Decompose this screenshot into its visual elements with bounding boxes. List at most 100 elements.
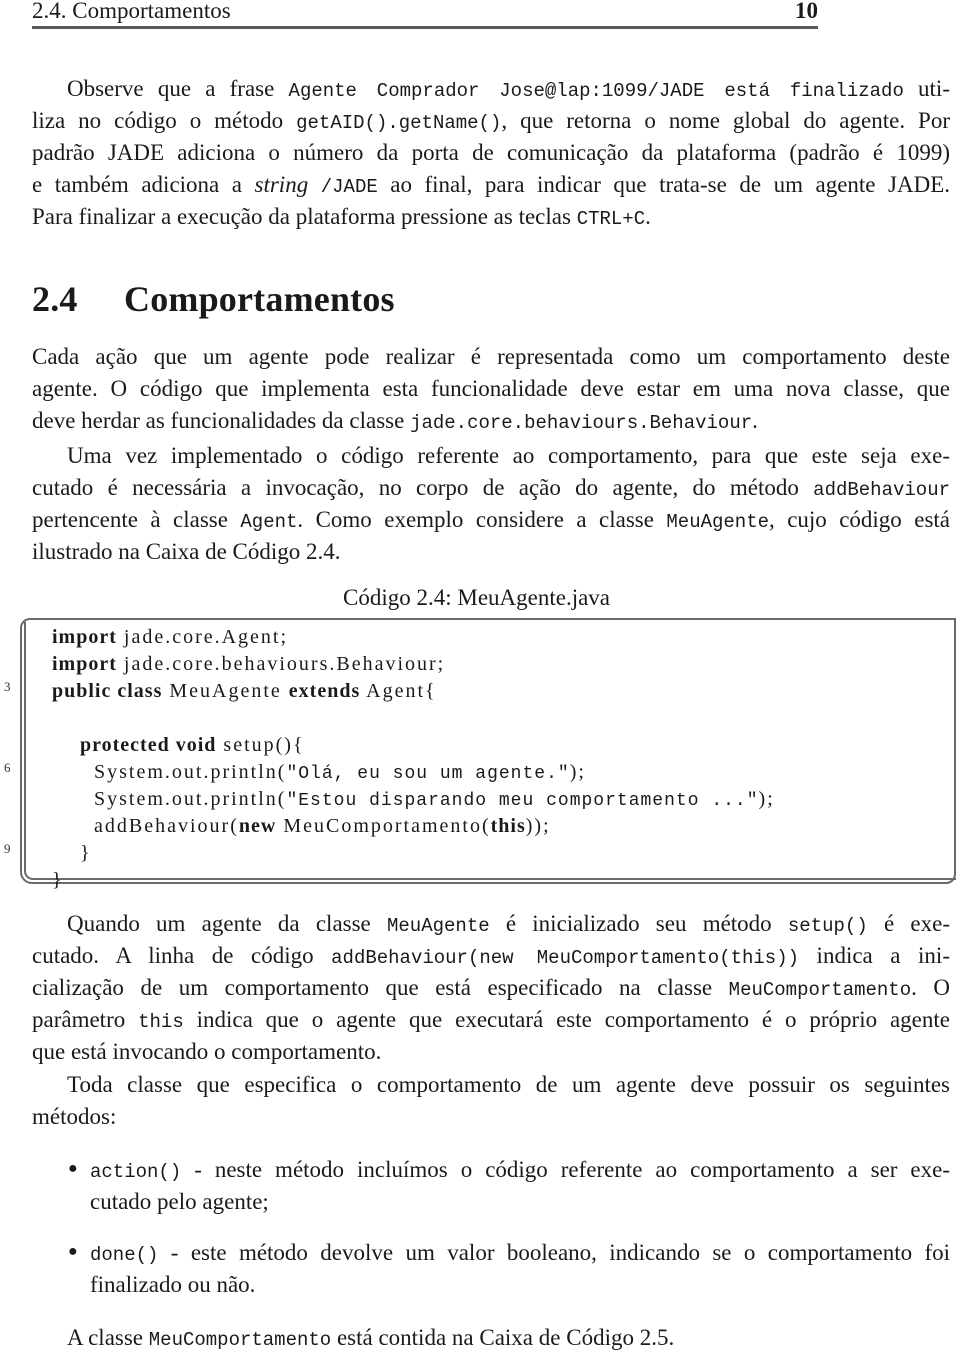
inline-code: Agent: [240, 511, 298, 533]
code-keyword: import: [52, 626, 117, 648]
code-line: import jade.core.Agent;: [52, 626, 288, 649]
text: - este método devolve um valor booleano,…: [158, 1240, 950, 1265]
text: indica que o agente que executará este c…: [183, 1007, 950, 1032]
section-heading: 2.4 Comportamentos: [32, 278, 395, 320]
page-number: 10: [795, 0, 818, 23]
text-line: ilustrado na Caixa de Código 2.4.: [32, 539, 341, 564]
text: e também adiciona a: [32, 172, 255, 197]
text-line: Uma vez implementado o código referente …: [67, 443, 950, 468]
inline-code: done(): [90, 1244, 159, 1266]
text: . Como exemplo considere a classe: [297, 507, 667, 532]
text: , cujo código está: [769, 507, 950, 532]
inline-code: MeuAgente: [387, 915, 490, 937]
code-line: protected void setup(){: [52, 734, 305, 757]
text-line: liza no código o método getAID().getName…: [32, 105, 950, 139]
inline-code: MeuComportamento: [728, 979, 912, 1001]
inline-code: addBehaviour: [813, 479, 950, 501]
text: cutado é necessária a invocação, no corp…: [32, 475, 814, 500]
code-line: }: [52, 842, 92, 865]
code-text: jade.core.Agent;: [116, 626, 289, 648]
code-keyword: extends: [288, 680, 361, 702]
text: Para finalizar a execução da plataforma …: [32, 204, 577, 229]
text-line: Observe que a frase Agente Comprador Jos…: [67, 73, 950, 107]
text-line: padrão JADE adiciona o número da porta d…: [32, 140, 950, 165]
code-line: addBehaviour(new MeuComportamento(this))…: [52, 815, 551, 838]
text: .: [752, 408, 758, 433]
text-line: cutado. A linha de código addBehaviour(n…: [32, 940, 950, 974]
text: é exe-: [867, 911, 950, 936]
text: cialização de um comportamento que está …: [32, 975, 729, 1000]
code-line: System.out.println("Estou disparando meu…: [52, 788, 775, 811]
running-header: 2.4. Comportamentos 10: [32, 0, 818, 29]
inline-code: addBehaviour(new MeuComportamento(this)): [331, 947, 800, 969]
inline-code: MeuAgente: [666, 511, 770, 533]
emphasis: string: [254, 172, 309, 197]
listing-caption: Código 2.4: MeuAgente.java: [343, 585, 611, 610]
inline-code: MeuComportamento: [148, 1329, 332, 1351]
code-text: Agent{: [360, 680, 437, 702]
text: uti-: [903, 76, 950, 101]
section-title: Comportamentos: [124, 279, 395, 319]
code-text: }: [52, 869, 64, 891]
text: [308, 172, 321, 197]
running-header-title: 2.4. Comportamentos: [32, 0, 231, 23]
line-number: 3: [4, 679, 11, 694]
text: A classe: [67, 1325, 149, 1350]
text-line: deve herdar as funcionalidades da classe…: [32, 405, 950, 439]
section-number: 2.4: [32, 279, 78, 319]
text-line: e também adiciona a string /JADE ao fina…: [32, 169, 950, 203]
text-line: cutado pelo agente;: [90, 1189, 269, 1214]
code-text: setup(){: [216, 734, 305, 756]
text: ao final, para indicar que trata-se de u…: [377, 172, 950, 197]
text-line: Toda classe que especifica o comportamen…: [67, 1072, 950, 1097]
code-text: }: [52, 842, 92, 864]
text-line: Quando um agente da classe MeuAgente é i…: [67, 908, 950, 942]
code-text: MeuAgente: [162, 680, 289, 702]
text: deve herdar as funcionalidades da classe: [32, 408, 411, 433]
code-keyword: this: [490, 815, 526, 837]
code-text: jade.core.behaviours.Behaviour;: [116, 653, 446, 675]
text-line: métodos:: [32, 1104, 117, 1129]
code-line: import jade.core.behaviours.Behaviour;: [52, 653, 445, 676]
text-line: cutado é necessária a invocação, no corp…: [32, 472, 950, 506]
code-text: System.out.println(: [52, 788, 287, 810]
inline-code: CTRL+C: [576, 208, 646, 230]
text: indica a ini-: [799, 943, 950, 968]
code-keyword: public class: [52, 680, 163, 702]
text-line: Cada ação que um agente pode realizar é …: [32, 344, 950, 369]
code-keyword: protected void: [80, 734, 217, 756]
code-line: System.out.println("Olá, eu sou um agent…: [52, 761, 586, 784]
inline-code: setup(): [787, 915, 868, 937]
text: cutado. A linha de código: [32, 943, 332, 968]
text-line: done() - este método devolve um valor bo…: [90, 1237, 950, 1271]
code-text: ));: [525, 815, 551, 837]
text: liza no código o método: [32, 108, 297, 133]
code-line: public class MeuAgente extends Agent{: [52, 680, 437, 703]
paragraph-next-listing: A classe MeuComportamento está contida n…: [67, 1322, 950, 1356]
line-number: 6: [4, 760, 11, 775]
code-keyword: import: [52, 653, 117, 675]
code-string: "Estou disparando meu comportamento ...": [286, 791, 759, 811]
inline-code: this: [138, 1011, 184, 1033]
text-line: que está invocando o comportamento.: [32, 1039, 382, 1064]
code-text: System.out.println(: [52, 761, 287, 783]
text: Observe que a frase: [67, 76, 289, 101]
code-string: "Olá, eu sou um agente.": [286, 764, 570, 784]
code-line: }: [52, 869, 64, 892]
text: , que retorna o nome global do agente. P…: [501, 108, 950, 133]
text-line: cialização de um comportamento que está …: [32, 972, 950, 1006]
text-line: Para finalizar a execução da plataforma …: [32, 201, 950, 235]
code-text: );: [758, 788, 775, 810]
text-line: action() - neste método incluímos o códi…: [90, 1154, 950, 1188]
text: .: [645, 204, 651, 229]
code-text: );: [569, 761, 586, 783]
inline-code: jade.core.behaviours.Behaviour: [410, 412, 753, 434]
text-line: finalizado ou não.: [90, 1272, 256, 1297]
code-text: addBehaviour(: [52, 815, 239, 837]
code-listing: import jade.core.Agent; import jade.core.…: [20, 618, 956, 891]
text: é inicializado seu método: [489, 911, 788, 936]
text: parâmetro: [32, 1007, 139, 1032]
text-line: parâmetro this indica que o agente que e…: [32, 1004, 950, 1038]
text: está contida na Caixa de Código 2.5.: [331, 1325, 675, 1350]
